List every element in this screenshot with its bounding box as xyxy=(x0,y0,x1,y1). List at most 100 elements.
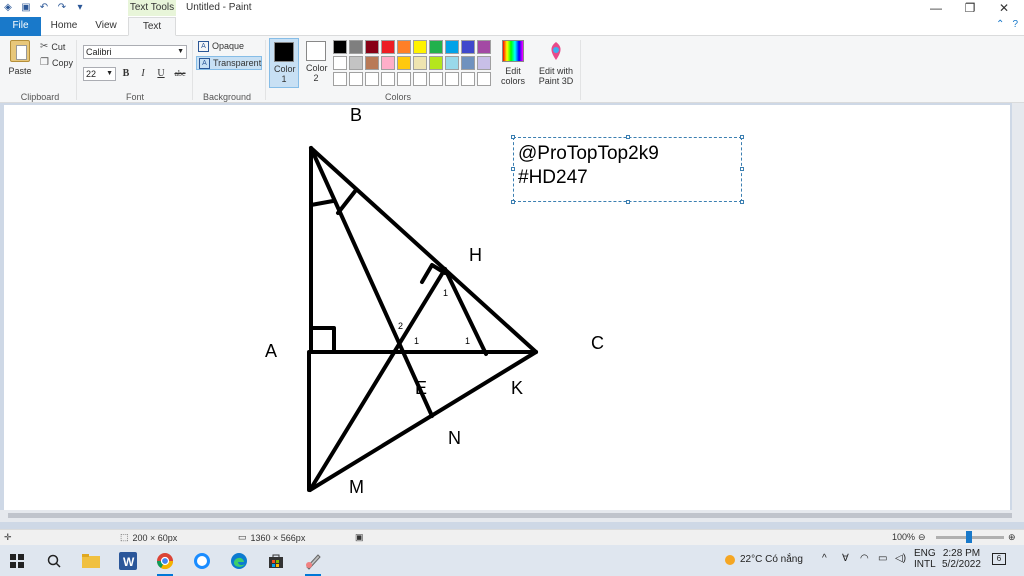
palette-swatch[interactable] xyxy=(429,40,443,54)
palette-swatch[interactable] xyxy=(429,72,443,86)
palette-swatch[interactable] xyxy=(381,72,395,86)
color2-button[interactable]: Color 2 xyxy=(301,38,331,88)
copy-button[interactable]: ❐ Copy xyxy=(40,57,73,68)
taskbar: W 22°C Có nắng ^ ∀ ◠ ▭ ◁) ENG INTL 2:28 … xyxy=(0,545,1024,576)
resize-handle[interactable] xyxy=(511,167,515,171)
search-icon[interactable] xyxy=(43,550,65,572)
redo-icon[interactable]: ↷ xyxy=(56,2,68,14)
bold-button[interactable]: B xyxy=(119,68,133,80)
zoom-level: 100% xyxy=(892,532,916,542)
clock[interactable]: 2:28 PM 5/2/2022 xyxy=(942,548,981,570)
tab-home[interactable]: Home xyxy=(44,17,84,36)
battery-icon[interactable]: ▭ xyxy=(878,553,887,564)
vertical-scrollbar[interactable] xyxy=(1012,103,1024,510)
palette-swatch[interactable] xyxy=(445,56,459,70)
tab-view[interactable]: View xyxy=(86,17,126,36)
wifi-icon[interactable]: ◠ xyxy=(860,553,869,564)
transparent-option[interactable]: A Transparent xyxy=(196,56,262,70)
undo-icon[interactable]: ↶ xyxy=(38,2,50,14)
edit-colors-button[interactable]: Edit colors xyxy=(498,40,528,86)
palette-swatch[interactable] xyxy=(333,40,347,54)
paste-button[interactable]: Paste xyxy=(8,40,32,76)
font-size-select[interactable]: 22 ▼ xyxy=(83,67,116,81)
palette-swatch[interactable] xyxy=(381,40,395,54)
word-icon[interactable]: W xyxy=(117,550,139,572)
paint-taskbar-icon[interactable] xyxy=(302,550,324,576)
palette-swatch[interactable] xyxy=(477,72,491,86)
palette-swatch[interactable] xyxy=(333,56,347,70)
palette-swatch[interactable] xyxy=(461,72,475,86)
opaque-option[interactable]: A Opaque xyxy=(196,40,262,54)
store-icon[interactable] xyxy=(265,550,287,572)
language-indicator[interactable]: ENG INTL xyxy=(914,548,936,570)
drawing-canvas[interactable]: B A C H E K N M 1 2 1 1 @ProTopTop2k9 #H… xyxy=(4,105,1010,510)
horizontal-scrollbar[interactable] xyxy=(0,510,1024,522)
windows-start-icon[interactable] xyxy=(6,550,28,572)
title-bar: ◈ ▣ ↶ ↷ ▾ Text Tools Untitled - Paint — … xyxy=(0,0,1024,18)
edit-paint3d-button[interactable]: Edit with Paint 3D xyxy=(536,40,576,86)
collapse-ribbon-icon[interactable]: ⌃ xyxy=(996,19,1004,30)
vpn-icon[interactable]: ∀ xyxy=(842,553,849,564)
strikethrough-button[interactable]: abc xyxy=(171,68,189,80)
zoom-in-icon[interactable]: ⊕ xyxy=(1008,532,1016,543)
palette-swatch[interactable] xyxy=(429,56,443,70)
palette-swatch[interactable] xyxy=(445,40,459,54)
palette-swatch[interactable] xyxy=(461,56,475,70)
resize-handle[interactable] xyxy=(740,167,744,171)
separator xyxy=(580,40,581,100)
palette-swatch[interactable] xyxy=(333,72,347,86)
weather-text[interactable]: 22°C Có nắng xyxy=(740,554,803,565)
zoom-out-icon[interactable]: ⊖ xyxy=(918,532,926,543)
palette-swatch[interactable] xyxy=(413,56,427,70)
resize-handle[interactable] xyxy=(626,200,630,204)
tab-file[interactable]: File xyxy=(0,17,41,36)
text-selection-box[interactable]: @ProTopTop2k9 #HD247 xyxy=(511,135,744,204)
resize-handle[interactable] xyxy=(740,135,744,139)
italic-button[interactable]: I xyxy=(136,68,150,80)
chrome-icon[interactable] xyxy=(154,550,176,576)
palette-swatch[interactable] xyxy=(397,40,411,54)
minimize-button[interactable]: — xyxy=(920,0,952,16)
paint-app-icon[interactable]: ◈ xyxy=(2,2,14,14)
palette-swatch[interactable] xyxy=(397,72,411,86)
palette-swatch[interactable] xyxy=(349,72,363,86)
palette-swatch[interactable] xyxy=(477,40,491,54)
palette-swatch[interactable] xyxy=(461,40,475,54)
cut-button[interactable]: ✂ Cut xyxy=(40,41,65,52)
resize-handle[interactable] xyxy=(511,200,515,204)
palette-swatch[interactable] xyxy=(349,56,363,70)
tray-chevron-icon[interactable]: ^ xyxy=(822,553,827,564)
volume-icon[interactable]: ◁) xyxy=(895,553,906,564)
palette-swatch[interactable] xyxy=(349,40,363,54)
notification-center-icon[interactable]: 6 xyxy=(992,553,1006,565)
palette-swatch[interactable] xyxy=(413,40,427,54)
palette-swatch[interactable] xyxy=(365,56,379,70)
zalo-icon[interactable] xyxy=(191,550,213,572)
palette-swatch[interactable] xyxy=(381,56,395,70)
palette-swatch[interactable] xyxy=(365,72,379,86)
resize-handle[interactable] xyxy=(740,200,744,204)
edge-icon[interactable] xyxy=(228,550,250,572)
maximize-button[interactable]: ❐ xyxy=(954,0,986,16)
status-bar: ✛ ⬚ 200 × 60px ▭ 1360 × 566px ▣ 100% ⊖ ⊕ xyxy=(0,529,1024,545)
font-family-select[interactable]: Calibri ▼ xyxy=(83,45,187,59)
save-icon[interactable]: ▣ xyxy=(20,2,32,14)
scrollbar-thumb[interactable] xyxy=(8,513,1012,518)
resize-handle[interactable] xyxy=(626,135,630,139)
zoom-slider-thumb[interactable] xyxy=(966,531,972,543)
palette-swatch[interactable] xyxy=(413,72,427,86)
file-explorer-icon[interactable] xyxy=(80,550,102,572)
palette-swatch[interactable] xyxy=(397,56,411,70)
color1-button[interactable]: Color 1 xyxy=(269,38,299,88)
weather-icon[interactable] xyxy=(724,554,736,569)
palette-swatch[interactable] xyxy=(477,56,491,70)
tab-text[interactable]: Text xyxy=(128,17,176,36)
close-button[interactable]: ✕ xyxy=(988,0,1020,16)
resize-handle[interactable] xyxy=(511,135,515,139)
help-icon[interactable]: ? xyxy=(1012,19,1018,30)
text-box-content[interactable]: @ProTopTop2k9 #HD247 xyxy=(518,142,659,190)
palette-swatch[interactable] xyxy=(445,72,459,86)
customize-qa-icon[interactable]: ▾ xyxy=(74,2,86,14)
underline-button[interactable]: U xyxy=(154,68,168,80)
palette-swatch[interactable] xyxy=(365,40,379,54)
